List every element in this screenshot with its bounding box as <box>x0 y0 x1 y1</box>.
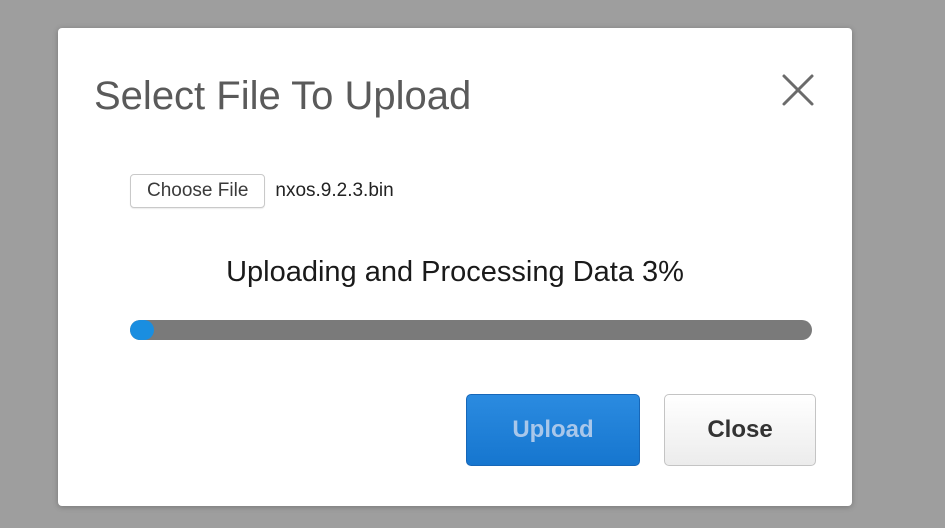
close-button[interactable]: Close <box>664 394 816 466</box>
close-icon[interactable] <box>778 70 818 110</box>
upload-status-text: Uploading and Processing Data 3% <box>226 256 684 288</box>
upload-dialog: Select File To Upload Choose File nxos.9… <box>58 28 852 506</box>
file-picker-row: Choose File nxos.9.2.3.bin <box>130 174 394 208</box>
dialog-title: Select File To Upload <box>94 74 472 118</box>
dialog-actions: Upload Close <box>466 394 816 466</box>
progress-bar <box>130 320 812 340</box>
progress-bar-fill <box>130 320 154 340</box>
selected-file-name: nxos.9.2.3.bin <box>275 180 394 201</box>
choose-file-button[interactable]: Choose File <box>130 174 266 208</box>
upload-button[interactable]: Upload <box>466 394 640 466</box>
